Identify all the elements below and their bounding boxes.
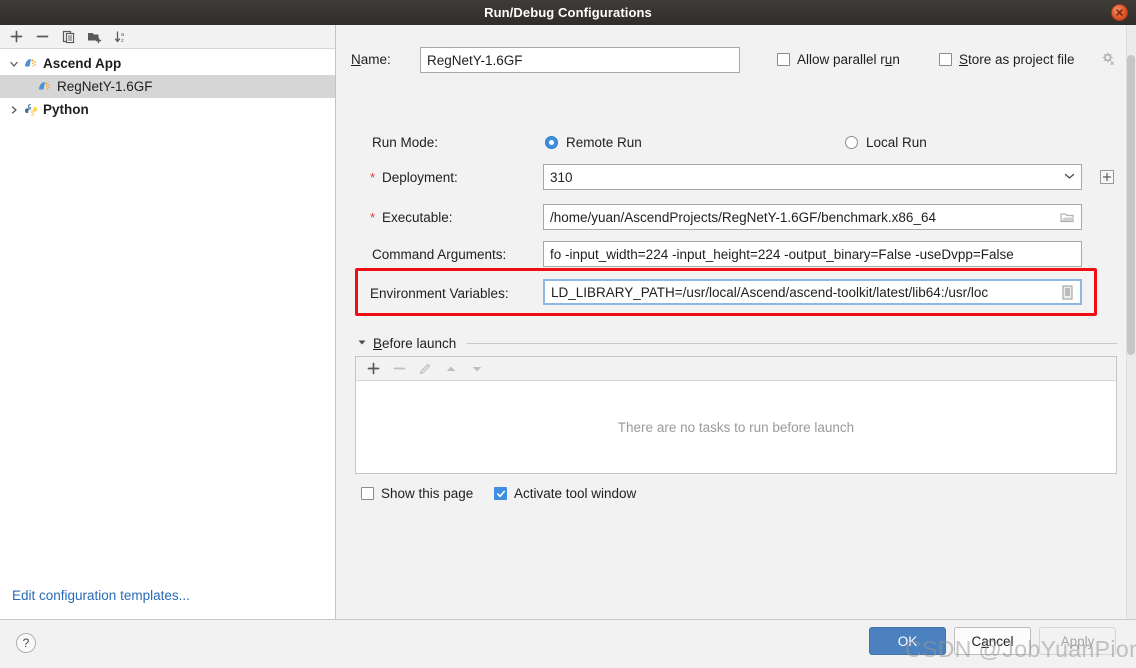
before-launch-toolbar	[356, 357, 1116, 381]
before-launch-empty-text: There are no tasks to run before launch	[617, 419, 855, 435]
radio-indicator	[845, 136, 858, 149]
window-title: Run/Debug Configurations	[484, 5, 652, 20]
allow-parallel-run-checkbox[interactable]: Allow parallel run	[777, 52, 900, 67]
configurations-sidebar: a z Ascend App RegNetY-1.6GF Python Edit…	[0, 25, 336, 619]
tree-item-label: RegNetY-1.6GF	[57, 79, 153, 94]
folder-icon[interactable]	[1060, 211, 1075, 224]
name-label: Name:	[351, 52, 391, 67]
command-arguments-value: fo -input_width=224 -input_height=224 -o…	[550, 246, 1014, 262]
environment-variables-value: LD_LIBRARY_PATH=/usr/local/Ascend/ascend…	[551, 284, 989, 300]
tree-item-regnety[interactable]: RegNetY-1.6GF	[0, 75, 335, 98]
tree-item-label: Python	[43, 102, 89, 117]
activate-tool-window-checkbox[interactable]: Activate tool window	[494, 486, 636, 501]
help-button[interactable]: ?	[16, 633, 36, 653]
section-divider	[467, 342, 1117, 344]
checkbox-box	[494, 487, 507, 500]
svg-text:z: z	[121, 38, 124, 44]
radio-indicator	[545, 136, 558, 149]
tree-item-label: Ascend App	[43, 56, 122, 71]
vertical-scrollbar[interactable]	[1126, 25, 1136, 619]
sidebar-toolbar: a z	[0, 25, 335, 49]
show-this-page-label: Show this page	[381, 486, 474, 501]
environment-variables-label: Environment Variables:	[370, 286, 509, 301]
show-this-page-checkbox[interactable]: Show this page	[361, 486, 473, 501]
ascend-app-icon	[36, 79, 54, 95]
radio-local-run[interactable]: Local Run	[845, 135, 927, 150]
checkbox-box	[777, 53, 790, 66]
deployment-label: Deployment:	[382, 170, 458, 185]
cancel-button[interactable]: Cancel	[954, 627, 1031, 655]
folder-add-icon[interactable]	[83, 26, 106, 47]
copy-icon[interactable]	[57, 26, 80, 47]
chevron-down-icon[interactable]	[6, 56, 22, 72]
remove-configuration-button[interactable]	[31, 26, 54, 47]
python-icon	[22, 102, 40, 118]
before-launch-title: Before launch	[373, 335, 457, 351]
radio-local-run-label: Local Run	[866, 135, 927, 150]
radio-remote-run-label: Remote Run	[566, 135, 642, 150]
radio-remote-run[interactable]: Remote Run	[545, 135, 642, 150]
deployment-combobox[interactable]: 310	[543, 164, 1082, 190]
chevron-right-icon[interactable]	[6, 102, 22, 118]
store-as-project-file-checkbox[interactable]: Store as project file	[939, 52, 1075, 67]
run-mode-label: Run Mode:	[372, 135, 439, 150]
environment-variables-input[interactable]: LD_LIBRARY_PATH=/usr/local/Ascend/ascend…	[543, 279, 1082, 305]
apply-button-label: Apply	[1060, 633, 1095, 649]
pencil-icon[interactable]	[415, 359, 435, 379]
executable-value: /home/yuan/AscendProjects/RegNetY-1.6GF/…	[550, 209, 936, 225]
configurations-tree: Ascend App RegNetY-1.6GF Python	[0, 49, 335, 121]
before-launch-panel: There are no tasks to run before launch	[355, 356, 1117, 474]
executable-input[interactable]: /home/yuan/AscendProjects/RegNetY-1.6GF/…	[543, 204, 1082, 230]
command-arguments-input[interactable]: fo -input_width=224 -input_height=224 -o…	[543, 241, 1082, 267]
checkbox-box	[361, 487, 374, 500]
remove-task-button[interactable]	[389, 359, 409, 379]
ascend-app-icon	[22, 56, 40, 72]
deployment-value: 310	[550, 169, 573, 185]
add-deployment-button[interactable]	[1099, 169, 1115, 188]
cancel-button-label: Cancel	[971, 633, 1014, 649]
allow-parallel-run-label: Allow parallel run	[797, 52, 900, 67]
edit-configuration-templates-link[interactable]: Edit configuration templates...	[12, 588, 190, 603]
name-input[interactable]: RegNetY-1.6GF	[420, 47, 740, 73]
sort-alpha-icon[interactable]: a z	[109, 26, 132, 47]
configuration-form: Name: RegNetY-1.6GF Allow parallel run S…	[337, 25, 1136, 619]
window-titlebar: Run/Debug Configurations	[0, 0, 1136, 25]
command-arguments-label: Command Arguments:	[372, 247, 507, 262]
store-as-project-file-label: Store as project file	[959, 52, 1075, 67]
tree-item-ascend-app[interactable]: Ascend App	[0, 52, 335, 75]
move-task-up-button[interactable]	[441, 359, 461, 379]
activate-tool-window-label: Activate tool window	[514, 486, 637, 501]
ok-button[interactable]: OK	[869, 627, 946, 655]
list-editor-icon[interactable]	[1061, 285, 1074, 300]
checkbox-box	[939, 53, 952, 66]
scrollbar-thumb[interactable]	[1127, 55, 1135, 355]
gear-icon[interactable]	[1100, 51, 1115, 69]
triangle-down-icon[interactable]	[357, 338, 367, 348]
name-input-value: RegNetY-1.6GF	[427, 52, 523, 68]
run-debug-configurations-dialog: Run/Debug Configurations a z Ascend App …	[0, 0, 1136, 668]
required-marker: *	[370, 170, 376, 185]
apply-button[interactable]: Apply	[1039, 627, 1116, 655]
tree-item-python[interactable]: Python	[0, 98, 335, 121]
executable-label: Executable:	[382, 210, 453, 225]
required-marker: *	[370, 210, 376, 225]
chevron-down-icon[interactable]	[1064, 172, 1075, 182]
before-launch-header: Before launch	[357, 334, 1117, 352]
add-configuration-button[interactable]	[5, 26, 28, 47]
close-icon[interactable]	[1111, 4, 1128, 21]
add-task-button[interactable]	[363, 359, 383, 379]
ok-button-label: OK	[897, 633, 918, 649]
move-task-down-button[interactable]	[467, 359, 487, 379]
